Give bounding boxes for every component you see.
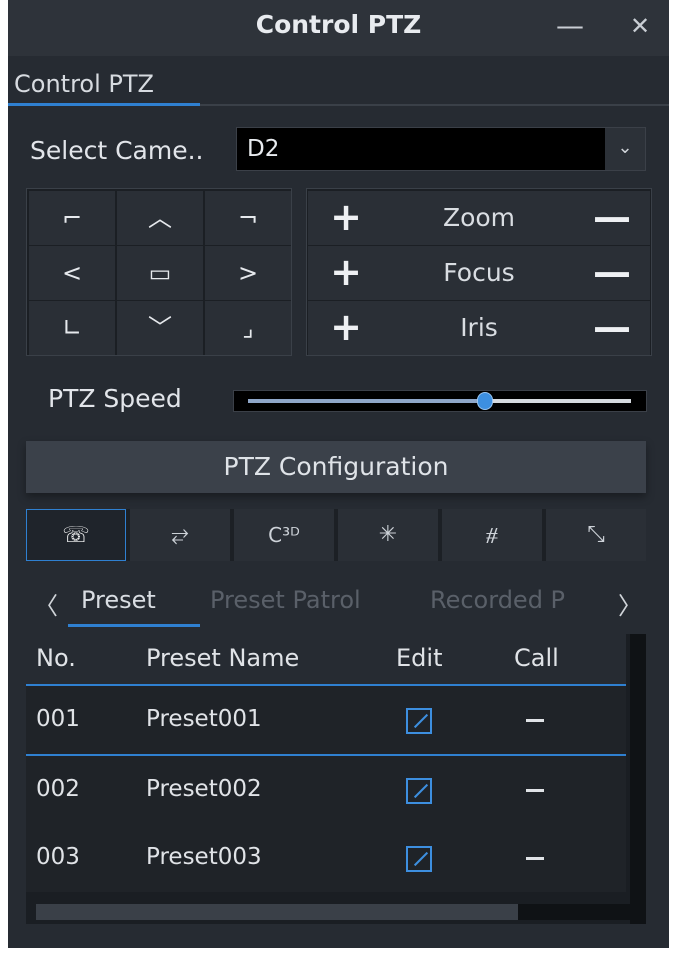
row-preset-name: Preset002 xyxy=(146,776,262,802)
close-button[interactable]: ✕ xyxy=(620,6,660,46)
call-preset-button[interactable] xyxy=(526,719,544,722)
pan-down-left-button[interactable]: ∟ xyxy=(29,301,115,355)
control-ptz-window: Control PTZ — ✕ Control PTZ Select Came.… xyxy=(8,0,669,948)
preset-table: No. Preset Name Edit Call 001 Preset001 … xyxy=(26,634,646,924)
zoom-out-button[interactable]: — xyxy=(582,191,642,245)
call-preset-button[interactable] xyxy=(526,789,544,792)
tab-recorded-patrol[interactable]: Recorded P xyxy=(430,586,565,614)
table-header: No. Preset Name Edit Call xyxy=(26,634,626,686)
lens-controls: + Zoom — + Focus — + Iris — xyxy=(306,188,652,356)
preset-icon[interactable]: ☏ xyxy=(26,509,126,561)
chevron-down-icon[interactable]: ⌄ xyxy=(605,128,645,170)
pan-right-button[interactable]: > xyxy=(205,246,291,300)
table-row[interactable]: 003 Preset003 xyxy=(26,824,626,892)
camera-select-value: D2 xyxy=(247,136,280,162)
row-preset-name: Preset001 xyxy=(146,706,262,732)
focus-far-button[interactable]: — xyxy=(582,246,642,300)
column-header-preset-name: Preset Name xyxy=(146,644,300,672)
horizontal-scrollbar-thumb[interactable] xyxy=(36,904,518,920)
table-row[interactable]: 002 Preset002 xyxy=(26,756,626,824)
pan-left-button[interactable]: < xyxy=(29,246,115,300)
row-no: 001 xyxy=(36,706,80,732)
tab-preset-patrol[interactable]: Preset Patrol xyxy=(210,586,361,614)
subtab-prev-icon[interactable]: 〈 xyxy=(34,586,58,621)
minimize-button[interactable]: — xyxy=(550,6,590,46)
call-preset-button[interactable] xyxy=(526,857,544,860)
preset-subtabs: 〈 Preset Preset Patrol Recorded P 〉 xyxy=(26,586,646,627)
subtab-next-icon[interactable]: 〉 xyxy=(618,586,642,621)
iris-row: + Iris — xyxy=(308,301,650,355)
active-tab-indicator xyxy=(8,103,200,106)
edit-icon[interactable] xyxy=(406,778,432,804)
zoom-row: + Zoom — xyxy=(308,191,650,245)
ptz-speed-label: PTZ Speed xyxy=(48,384,182,413)
column-header-call: Call xyxy=(514,644,559,672)
row-preset-name: Preset003 xyxy=(146,844,262,870)
row-no: 003 xyxy=(36,844,80,870)
tab-preset[interactable]: Preset xyxy=(81,586,156,614)
3d-positioning-icon[interactable]: C³ᴰ xyxy=(234,509,334,561)
iris-close-button[interactable]: — xyxy=(582,301,642,355)
ptz-function-toolbar: ☏ ⥂ C³ᴰ ✳ ⧣ ⤡ xyxy=(26,509,646,561)
patrol-icon[interactable]: ⥂ xyxy=(130,509,230,561)
select-camera-label: Select Came.. xyxy=(30,136,204,165)
column-header-no: No. xyxy=(36,644,76,672)
table-row[interactable]: 001 Preset001 xyxy=(26,686,626,756)
focus-row: + Focus — xyxy=(308,246,650,300)
vertical-scrollbar[interactable] xyxy=(630,634,646,924)
camera-select[interactable]: D2 ⌄ xyxy=(236,127,646,171)
row-no: 002 xyxy=(36,776,80,802)
slider-fill xyxy=(248,399,486,403)
slider-handle[interactable] xyxy=(477,392,494,410)
wiper-icon[interactable]: ⧣ xyxy=(442,509,542,561)
auto-focus-icon[interactable]: ⤡ xyxy=(546,509,646,561)
tilt-up-button[interactable]: ︿ xyxy=(117,191,203,245)
edit-icon[interactable] xyxy=(406,846,432,872)
edit-icon[interactable] xyxy=(406,708,432,734)
direction-pad: ⌐ ︿ ¬ < ▭ > ∟ ﹀ ⌟ xyxy=(26,188,292,356)
tab-control-ptz[interactable]: Control PTZ xyxy=(14,70,154,98)
ptz-configuration-button[interactable]: PTZ Configuration xyxy=(26,441,646,493)
pan-up-right-button[interactable]: ¬ xyxy=(205,191,291,245)
light-icon[interactable]: ✳ xyxy=(338,509,438,561)
pan-down-right-button[interactable]: ⌟ xyxy=(205,301,291,355)
ptz-speed-slider[interactable] xyxy=(233,390,647,412)
title-bar: Control PTZ — ✕ xyxy=(8,0,669,56)
stop-button[interactable]: ▭ xyxy=(117,246,203,300)
column-header-edit: Edit xyxy=(396,644,443,672)
tilt-down-button[interactable]: ﹀ xyxy=(117,301,203,355)
active-subtab-indicator xyxy=(68,624,200,627)
pan-up-left-button[interactable]: ⌐ xyxy=(29,191,115,245)
